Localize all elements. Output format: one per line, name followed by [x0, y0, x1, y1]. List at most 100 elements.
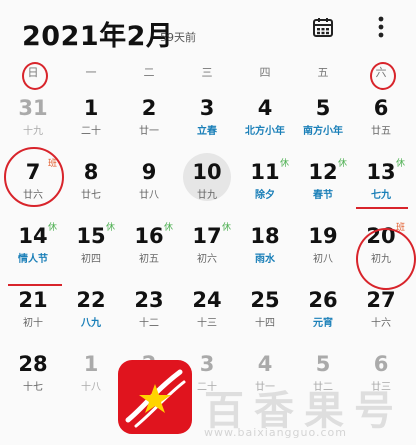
- day-cell[interactable]: 4 廿一: [236, 348, 294, 412]
- day-number: 10: [192, 160, 222, 184]
- day-cell[interactable]: 22 八九: [62, 284, 120, 348]
- weekday-label: 三: [201, 66, 213, 79]
- holiday-rest-badge: 休: [280, 159, 290, 169]
- day-number: 18: [250, 224, 280, 248]
- lunar-date-label: 元宵: [313, 318, 333, 329]
- day-cell[interactable]: 14 情人节休: [4, 220, 62, 284]
- weekday-header-row: 日一二三四五六: [0, 64, 416, 84]
- day-cell[interactable]: 19 初八: [294, 220, 352, 284]
- day-cell[interactable]: 28 十七: [4, 348, 62, 412]
- day-cell[interactable]: 21 初十: [4, 284, 62, 348]
- day-number: 3: [199, 96, 215, 120]
- watermark-url: www.baixiangguo.com: [204, 426, 347, 439]
- weekday-label: 五: [317, 66, 329, 79]
- day-number: 22: [76, 288, 106, 312]
- weekday-label: 日: [27, 66, 39, 79]
- lunar-date-label: 初四: [81, 254, 101, 265]
- lunar-date-label: 初八: [313, 254, 333, 265]
- weekday-label: 一: [85, 66, 97, 79]
- lunar-date-label: 十九: [23, 126, 43, 137]
- lunar-date-label: 雨水: [255, 254, 275, 265]
- day-number: 24: [192, 288, 222, 312]
- day-cell[interactable]: 12 春节休: [294, 156, 352, 220]
- day-cell[interactable]: 9 廿八: [120, 156, 178, 220]
- day-cell[interactable]: 24 十三: [178, 284, 236, 348]
- day-cell[interactable]: 3 立春: [178, 92, 236, 156]
- lunar-date-label: 情人节: [18, 254, 48, 265]
- month-title[interactable]: 2021年2月: [22, 14, 173, 53]
- more-options-button[interactable]: [366, 12, 396, 42]
- day-cell[interactable]: 23 十二: [120, 284, 178, 348]
- day-number: 25: [250, 288, 280, 312]
- more-vertical-icon: [378, 16, 384, 38]
- lunar-date-label: 十二: [139, 318, 159, 329]
- day-cell[interactable]: 26 元宵: [294, 284, 352, 348]
- day-number: 6: [373, 96, 389, 120]
- day-number: 1: [83, 96, 99, 120]
- day-cell[interactable]: 15 初四休: [62, 220, 120, 284]
- day-cell[interactable]: 18 雨水: [236, 220, 294, 284]
- day-cell[interactable]: 11 除夕休: [236, 156, 294, 220]
- day-cell[interactable]: 6 廿三: [352, 348, 410, 412]
- calendar-icon: [313, 18, 333, 37]
- day-cell[interactable]: 20 初九班: [352, 220, 410, 284]
- day-cell[interactable]: 31 十九: [4, 92, 62, 156]
- day-number: 1: [83, 352, 99, 376]
- day-cell[interactable]: 10 廿九: [178, 153, 236, 220]
- day-cell[interactable]: 4 北方小年: [236, 92, 294, 156]
- lunar-date-label: 廿一: [255, 382, 275, 393]
- holiday-rest-badge: 休: [106, 223, 116, 233]
- lunar-date-label: 二十: [197, 382, 217, 393]
- weekday-label: 四: [259, 66, 271, 79]
- holiday-rest-badge: 休: [222, 223, 232, 233]
- weekday-label: 六: [375, 66, 387, 79]
- lunar-date-label: 廿六: [23, 190, 43, 201]
- lunar-date-label: 二十: [81, 126, 101, 137]
- day-number: 5: [315, 352, 331, 376]
- day-cell[interactable]: 5 南方小年: [294, 92, 352, 156]
- day-cell[interactable]: 16 初五休: [120, 220, 178, 284]
- holiday-rest-badge: 休: [396, 159, 406, 169]
- day-cell[interactable]: 1 十八: [62, 348, 120, 412]
- lunar-date-label: 廿五: [371, 126, 391, 137]
- day-number: 6: [373, 352, 389, 376]
- holiday-rest-badge: 休: [338, 159, 348, 169]
- day-cell[interactable]: 27 十六: [352, 284, 410, 348]
- lunar-date-label: 北方小年: [245, 126, 285, 137]
- day-cell[interactable]: 17 初六休: [178, 220, 236, 284]
- lunar-date-label: 十四: [255, 318, 275, 329]
- lunar-date-label: 十八: [81, 382, 101, 393]
- day-number: 19: [308, 224, 338, 248]
- lunar-date-label: 除夕: [255, 190, 275, 201]
- day-number: 2: [141, 96, 157, 120]
- day-cell[interactable]: 1 二十: [62, 92, 120, 156]
- lunar-date-label: 廿七: [81, 190, 101, 201]
- workday-badge: 班: [48, 159, 58, 169]
- lunar-date-label: 十七: [23, 382, 43, 393]
- lunar-date-label: 十九: [139, 382, 159, 393]
- day-cell[interactable]: 8 廿七: [62, 156, 120, 220]
- day-cell[interactable]: 2 廿一: [120, 92, 178, 156]
- day-cell[interactable]: 6 廿五: [352, 92, 410, 156]
- day-cell[interactable]: 3 二十: [178, 348, 236, 412]
- lunar-date-label: 初六: [197, 254, 217, 265]
- day-cell[interactable]: 25 十四: [236, 284, 294, 348]
- lunar-date-label: 廿二: [313, 382, 333, 393]
- lunar-date-label: 立春: [197, 126, 217, 137]
- day-cell[interactable]: 7 廿六班: [4, 156, 62, 220]
- lunar-date-label: 初五: [139, 254, 159, 265]
- day-number: 9: [141, 160, 157, 184]
- lunar-date-label: 八九: [81, 318, 101, 329]
- lunar-date-label: 廿三: [371, 382, 391, 393]
- day-number: 4: [257, 352, 273, 376]
- weekday-label: 二: [143, 66, 155, 79]
- lunar-date-label: 南方小年: [303, 126, 343, 137]
- lunar-date-label: 十六: [371, 318, 391, 329]
- day-cell[interactable]: 13 七九休: [352, 156, 410, 220]
- lunar-date-label: 春节: [313, 190, 333, 201]
- day-cell[interactable]: 2 十九: [120, 348, 178, 412]
- today-button[interactable]: [308, 12, 338, 42]
- workday-badge: 班: [396, 223, 406, 233]
- day-number: 5: [315, 96, 331, 120]
- day-cell[interactable]: 5 廿二: [294, 348, 352, 412]
